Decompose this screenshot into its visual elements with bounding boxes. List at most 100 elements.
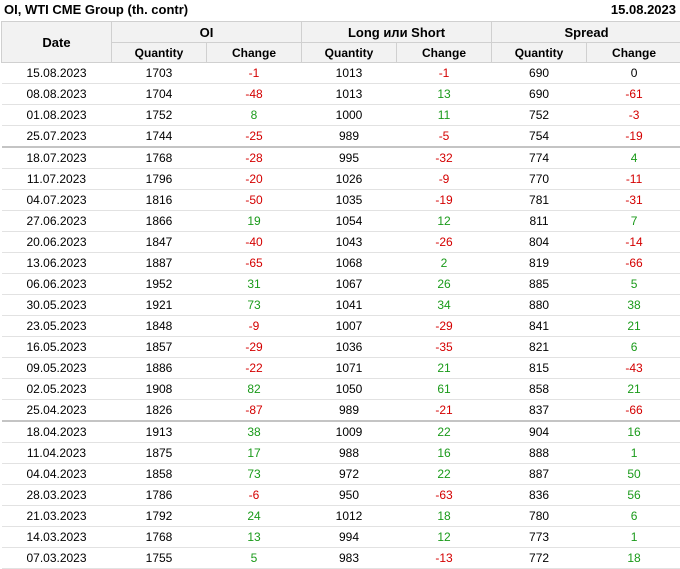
table-row: 02.05.202319088210506185821 (2, 379, 680, 400)
oi-change-cell: 13 (207, 527, 302, 548)
date-cell: 06.06.2023 (2, 274, 112, 295)
spread-quantity-cell: 887 (492, 464, 587, 485)
oi-quantity-cell: 1857 (112, 337, 207, 358)
table-row: 14.03.2023176813994127731 (2, 527, 680, 548)
table-row: 21.03.20231792241012187806 (2, 506, 680, 527)
ls-quantity-cell: 1067 (302, 274, 397, 295)
oi-change-cell: -87 (207, 400, 302, 422)
spread-change-cell: -19 (587, 126, 680, 148)
oi-quantity-cell: 1847 (112, 232, 207, 253)
table-row: 18.07.20231768-28995-327744 (2, 147, 680, 169)
ls-change-cell: 11 (397, 105, 492, 126)
ls-quantity-cell: 1013 (302, 63, 397, 84)
ls-change-cell: 12 (397, 211, 492, 232)
oi-quantity-cell: 1913 (112, 421, 207, 443)
table-row: 23.05.20231848-91007-2984121 (2, 316, 680, 337)
table-row: 16.05.20231857-291036-358216 (2, 337, 680, 358)
date-cell: 09.05.2023 (2, 358, 112, 379)
ls-change-cell: 13 (397, 84, 492, 105)
date-cell: 18.07.2023 (2, 147, 112, 169)
date-cell: 04.07.2023 (2, 190, 112, 211)
ls-quantity-cell: 983 (302, 548, 397, 569)
spread-quantity-cell: 811 (492, 211, 587, 232)
date-cell: 30.05.2023 (2, 295, 112, 316)
column-header-oi-change: Change (207, 43, 302, 63)
oi-change-cell: 17 (207, 443, 302, 464)
ls-quantity-cell: 988 (302, 443, 397, 464)
spread-quantity-cell: 858 (492, 379, 587, 400)
table-row: 11.04.2023187517988168881 (2, 443, 680, 464)
ls-change-cell: 18 (397, 506, 492, 527)
oi-quantity-cell: 1875 (112, 443, 207, 464)
spread-change-cell: -66 (587, 253, 680, 274)
spread-quantity-cell: 690 (492, 84, 587, 105)
spread-quantity-cell: 770 (492, 169, 587, 190)
spread-change-cell: 56 (587, 485, 680, 506)
column-header-spread-quantity: Quantity (492, 43, 587, 63)
spread-change-cell: 0 (587, 63, 680, 84)
date-cell: 14.03.2023 (2, 527, 112, 548)
oi-quantity-cell: 1952 (112, 274, 207, 295)
oi-change-cell: 8 (207, 105, 302, 126)
table-row: 30.05.202319217310413488038 (2, 295, 680, 316)
column-group-long-short: Long или Short (302, 22, 492, 43)
oi-quantity-cell: 1796 (112, 169, 207, 190)
spread-change-cell: 21 (587, 316, 680, 337)
report-date: 15.08.2023 (611, 2, 676, 17)
oi-quantity-cell: 1752 (112, 105, 207, 126)
date-cell: 18.04.2023 (2, 421, 112, 443)
spread-change-cell: -66 (587, 400, 680, 422)
ls-quantity-cell: 1041 (302, 295, 397, 316)
oi-change-cell: -6 (207, 485, 302, 506)
oi-quantity-cell: 1704 (112, 84, 207, 105)
spread-quantity-cell: 841 (492, 316, 587, 337)
table-row: 11.07.20231796-201026-9770-11 (2, 169, 680, 190)
table-row: 25.04.20231826-87989-21837-66 (2, 400, 680, 422)
table-row: 28.03.20231786-6950-6383656 (2, 485, 680, 506)
spread-quantity-cell: 819 (492, 253, 587, 274)
oi-change-cell: 73 (207, 464, 302, 485)
spread-change-cell: -11 (587, 169, 680, 190)
table-row: 07.03.202317555983-1377218 (2, 548, 680, 569)
column-group-oi: OI (112, 22, 302, 43)
ls-quantity-cell: 1054 (302, 211, 397, 232)
ls-change-cell: 26 (397, 274, 492, 295)
ls-change-cell: -19 (397, 190, 492, 211)
report-title: OI, WTI CME Group (th. contr) (4, 2, 188, 17)
spread-change-cell: 7 (587, 211, 680, 232)
spread-change-cell: -3 (587, 105, 680, 126)
spread-change-cell: 4 (587, 147, 680, 169)
spread-quantity-cell: 772 (492, 548, 587, 569)
spread-quantity-cell: 815 (492, 358, 587, 379)
table-body: 15.08.20231703-11013-1690008.08.20231704… (2, 63, 680, 569)
ls-change-cell: 16 (397, 443, 492, 464)
column-header-ls-change: Change (397, 43, 492, 63)
date-cell: 01.08.2023 (2, 105, 112, 126)
ls-quantity-cell: 1007 (302, 316, 397, 337)
oi-change-cell: 24 (207, 506, 302, 527)
spread-quantity-cell: 774 (492, 147, 587, 169)
oi-quantity-cell: 1886 (112, 358, 207, 379)
ls-quantity-cell: 1009 (302, 421, 397, 443)
spread-quantity-cell: 836 (492, 485, 587, 506)
table-row: 04.07.20231816-501035-19781-31 (2, 190, 680, 211)
oi-table: Date OI Long или Short Spread Quantity C… (1, 21, 680, 569)
table-row: 25.07.20231744-25989-5754-19 (2, 126, 680, 148)
ls-quantity-cell: 989 (302, 126, 397, 148)
oi-quantity-cell: 1921 (112, 295, 207, 316)
oi-change-cell: 73 (207, 295, 302, 316)
table-row: 04.04.20231858739722288750 (2, 464, 680, 485)
oi-quantity-cell: 1816 (112, 190, 207, 211)
oi-change-cell: 38 (207, 421, 302, 443)
ls-quantity-cell: 1000 (302, 105, 397, 126)
date-cell: 08.08.2023 (2, 84, 112, 105)
oi-quantity-cell: 1768 (112, 147, 207, 169)
spread-quantity-cell: 904 (492, 421, 587, 443)
column-group-spread: Spread (492, 22, 680, 43)
spread-quantity-cell: 780 (492, 506, 587, 527)
oi-change-cell: -9 (207, 316, 302, 337)
spread-change-cell: -61 (587, 84, 680, 105)
table-row: 09.05.20231886-22107121815-43 (2, 358, 680, 379)
oi-quantity-cell: 1703 (112, 63, 207, 84)
date-cell: 25.04.2023 (2, 400, 112, 422)
